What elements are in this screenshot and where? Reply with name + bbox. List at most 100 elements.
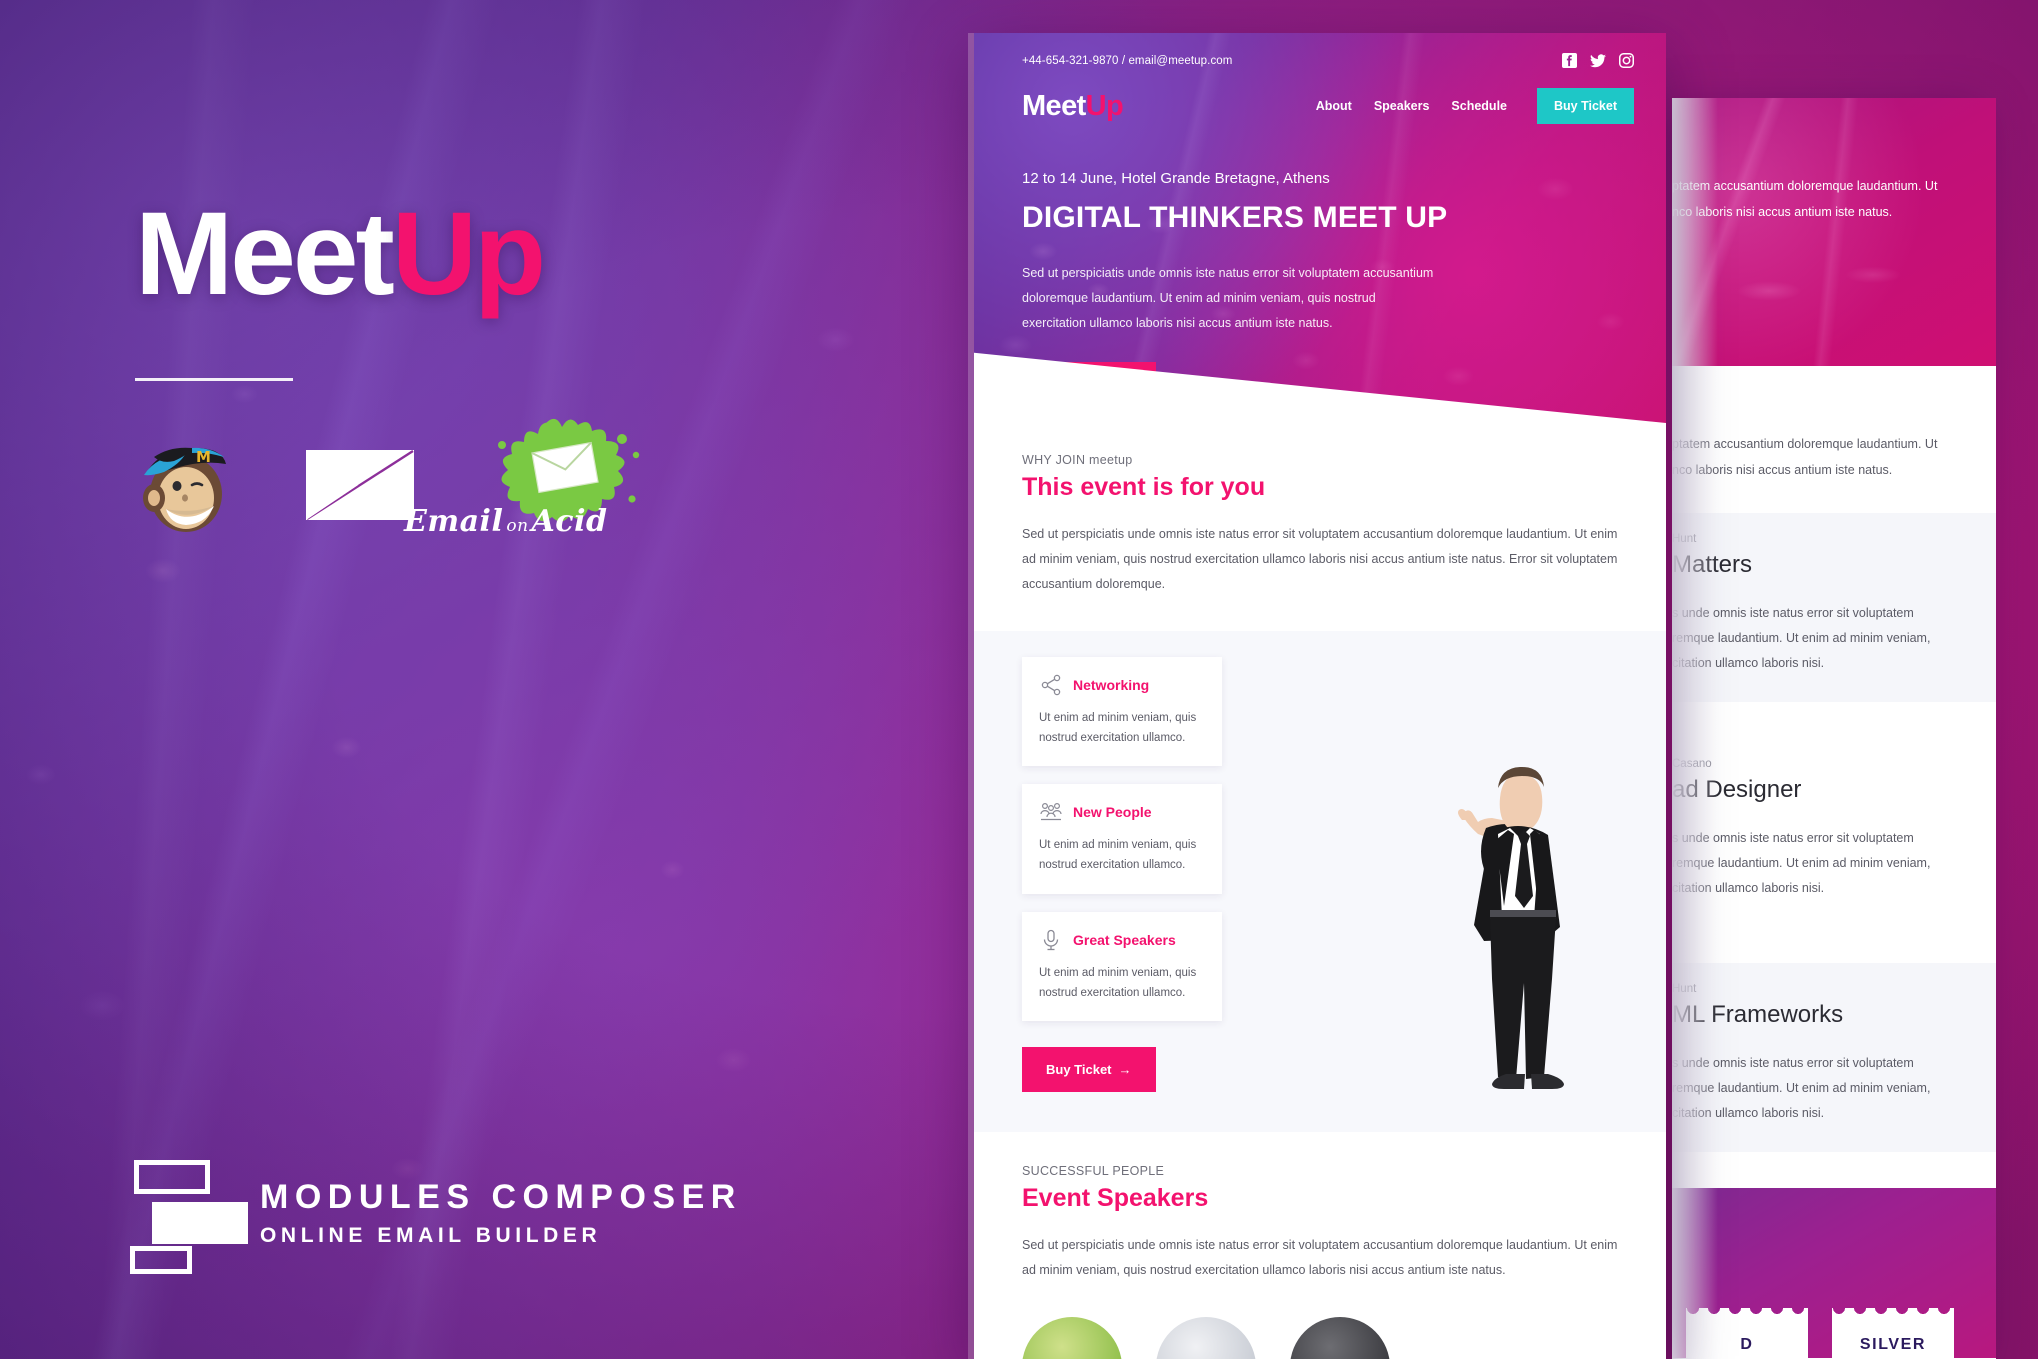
speaker-avatars [1022, 1316, 1618, 1359]
eoa-word-email: Email [404, 504, 504, 539]
secondary-speaker-line-2: remque laudantium. Ut enim ad minim veni… [1672, 856, 1931, 871]
secondary-speaker-line-3: citation ullamco laboris nisi. [1672, 656, 1825, 671]
secondary-lead-text: ptatem accusantium doloremque laudantium… [1672, 366, 1996, 513]
envelope-icon [306, 448, 414, 522]
secondary-pricing-section: D SILVER [1672, 1188, 1996, 1359]
feature-title: New People [1073, 804, 1152, 821]
email-logo[interactable]: MeetUp [1022, 90, 1124, 123]
brand-logo-meet: Meet [135, 188, 395, 320]
secondary-speaker-name: Hunt [1672, 533, 1697, 546]
feature-card-great-speakers[interactable]: Great Speakers Ut enim ad minim veniam, … [1022, 911, 1222, 1021]
secondary-speaker-line-2: remque laudantium. Ut enim ad minim veni… [1672, 1081, 1931, 1096]
email-navbar: MeetUp About Speakers Schedule Buy Ticke… [974, 88, 1666, 124]
nav-buy-ticket-button[interactable]: Buy Ticket [1537, 88, 1634, 124]
avatar[interactable] [1022, 1316, 1122, 1359]
modules-composer-branding: MODULES COMPOSER ONLINE EMAIL BUILDER [130, 1160, 742, 1274]
feature-text: Ut enim ad minim veniam, quis nostrud ex… [1039, 966, 1197, 999]
secondary-speaker-line-1: s unde omnis iste natus error sit volupt… [1672, 606, 1914, 621]
secondary-speaker-line-3: citation ullamco laboris nisi. [1672, 881, 1825, 896]
facebook-icon[interactable] [1562, 53, 1577, 68]
instagram-icon[interactable] [1619, 53, 1634, 68]
brand-logo: MeetUp [135, 195, 775, 313]
primary-email-preview[interactable]: +44-654-321-9870 / email@meetup.com Meet… [974, 33, 1666, 1359]
feature-title: Networking [1073, 677, 1150, 693]
man-in-suit-pointing-photo [1378, 762, 1628, 1092]
hero-title: DIGITAL THINKERS MEET UP [1022, 201, 1448, 234]
hero-eyebrow: 12 to 14 June, Hotel Grande Bretagne, At… [1022, 170, 1330, 187]
contact-info: +44-654-321-9870 / email@meetup.com [1022, 54, 1233, 67]
secondary-speaker-name: Hunt [1672, 983, 1697, 996]
secondary-email-body: ptatem accusantium doloremque laudantium… [1672, 366, 1996, 1153]
feature-card-networking[interactable]: Networking Ut enim ad minim veniam, quis… [1022, 657, 1222, 767]
nav-links: About Speakers Schedule Buy Ticket [1316, 88, 1634, 124]
speakers-eyebrow: SUCCESSFUL PEOPLE [1022, 1163, 1165, 1178]
mailchimp-logo: M [130, 430, 240, 540]
secondary-speaker-text: s unde omnis iste natus error sit volupt… [1672, 1051, 1980, 1126]
modules-composer-subtitle: ONLINE EMAIL BUILDER [260, 1224, 602, 1248]
secondary-speaker-line-3: citation ullamco laboris nisi. [1672, 1106, 1825, 1121]
eoa-word-on: on [506, 516, 529, 536]
why-join-eyebrow: WHY JOIN meetup [1022, 453, 1133, 467]
secondary-speaker-text: s unde omnis iste natus error sit volupt… [1672, 826, 1980, 901]
email-hero: +44-654-321-9870 / email@meetup.com Meet… [974, 33, 1666, 423]
feature-header: Networking [1039, 673, 1205, 697]
avatar[interactable] [1156, 1316, 1256, 1359]
why-join-paragraph: Sed ut perspiciatis unde omnis iste natu… [1022, 527, 1618, 591]
arrow-right-icon: → [1118, 1061, 1132, 1077]
secondary-speaker-title: ad Designer [1672, 776, 1802, 804]
feature-text: Ut enim ad minim veniam, quis nostrud ex… [1039, 712, 1197, 745]
svg-text:M: M [196, 448, 211, 466]
twitter-icon[interactable] [1590, 53, 1606, 68]
secondary-email-hero: ptatem accusantium doloremque laudantium… [1672, 98, 1996, 366]
modules-composer-title: MODULES COMPOSER [260, 1177, 742, 1216]
secondary-lead-line-2: nco laboris nisi accus antium iste natus… [1672, 462, 1893, 477]
why-join-section: WHY JOIN meetup This event is for you Se… [974, 423, 1666, 597]
nav-item-schedule[interactable]: Schedule [1451, 99, 1507, 113]
secondary-speaker-name: Casano [1672, 758, 1712, 771]
feature-text: Ut enim ad minim veniam, quis nostrud ex… [1039, 839, 1197, 872]
secondary-hero-text: ptatem accusantium doloremque laudantium… [1672, 174, 1996, 225]
feature-header: New People [1039, 800, 1205, 824]
event-speakers-section: SUCCESSFUL PEOPLE Event Speakers Sed ut … [974, 1131, 1666, 1359]
eoa-word-acid: Acid [531, 504, 608, 539]
microphone-icon [1039, 928, 1063, 952]
nav-item-speakers[interactable]: Speakers [1374, 99, 1430, 113]
why-join-title: This event is for you [1022, 473, 1266, 501]
secondary-hero-line-1: ptatem accusantium doloremque laudantium… [1672, 179, 1938, 193]
avatar[interactable] [1290, 1316, 1390, 1359]
feature-card-new-people[interactable]: New People Ut enim ad minim veniam, quis… [1022, 784, 1222, 894]
secondary-speaker-line-1: s unde omnis iste natus error sit volupt… [1672, 831, 1914, 846]
ticket-silver-label: SILVER [1859, 1336, 1927, 1354]
ticket-silver[interactable]: SILVER [1832, 1308, 1954, 1359]
brand-divider [135, 378, 293, 381]
features-buy-ticket-button[interactable]: Buy Ticket → [1022, 1046, 1156, 1092]
brand-panel: MeetUp [135, 195, 775, 381]
features-column: Networking Ut enim ad minim veniam, quis… [1022, 657, 1222, 1092]
secondary-speaker-line-2: remque laudantium. Ut enim ad minim veni… [1672, 631, 1931, 646]
group-people-icon [1039, 800, 1063, 824]
secondary-speaker-text: s unde omnis iste natus error sit volupt… [1672, 601, 1980, 676]
speakers-title: Event Speakers [1022, 1183, 1209, 1212]
secondary-speaker-line-1: s unde omnis iste natus error sit volupt… [1672, 1056, 1914, 1071]
feature-title: Great Speakers [1073, 931, 1176, 948]
secondary-hero-texture [1672, 98, 1996, 366]
hero-paragraph: Sed ut perspiciatis unde omnis iste natu… [1022, 266, 1434, 330]
nav-item-about[interactable]: About [1316, 99, 1352, 113]
brand-logo-up: Up [391, 188, 546, 320]
secondary-speaker-card[interactable]: Hunt Matters s unde omnis iste natus err… [1672, 513, 1996, 703]
email-on-acid-wordmark: Email on Acid [404, 504, 607, 539]
feature-header: Great Speakers [1039, 928, 1205, 952]
secondary-lead-line-1: ptatem accusantium doloremque laudantium… [1672, 437, 1938, 451]
speakers-paragraph: Sed ut perspiciatis unde omnis iste natu… [1022, 1237, 1618, 1277]
secondary-speaker-card[interactable]: Casano ad Designer s unde omnis iste nat… [1672, 738, 1996, 927]
secondary-email-preview[interactable]: ptatem accusantium doloremque laudantium… [1672, 98, 1996, 1359]
secondary-hero-line-2: nco laboris nisi accus antium iste natus… [1672, 204, 1893, 219]
email-topbar: +44-654-321-9870 / email@meetup.com [974, 33, 1666, 68]
ticket-gold[interactable]: D [1686, 1308, 1808, 1359]
secondary-speaker-card[interactable]: Hunt ML Frameworks s unde omnis iste nat… [1672, 963, 1996, 1153]
social-links [1562, 53, 1634, 68]
share-network-icon [1039, 673, 1063, 697]
secondary-speaker-title: ML Frameworks [1672, 1001, 1844, 1029]
modules-composer-text: MODULES COMPOSER ONLINE EMAIL BUILDER [260, 1177, 742, 1249]
features-section: Networking Ut enim ad minim veniam, quis… [974, 631, 1666, 1132]
